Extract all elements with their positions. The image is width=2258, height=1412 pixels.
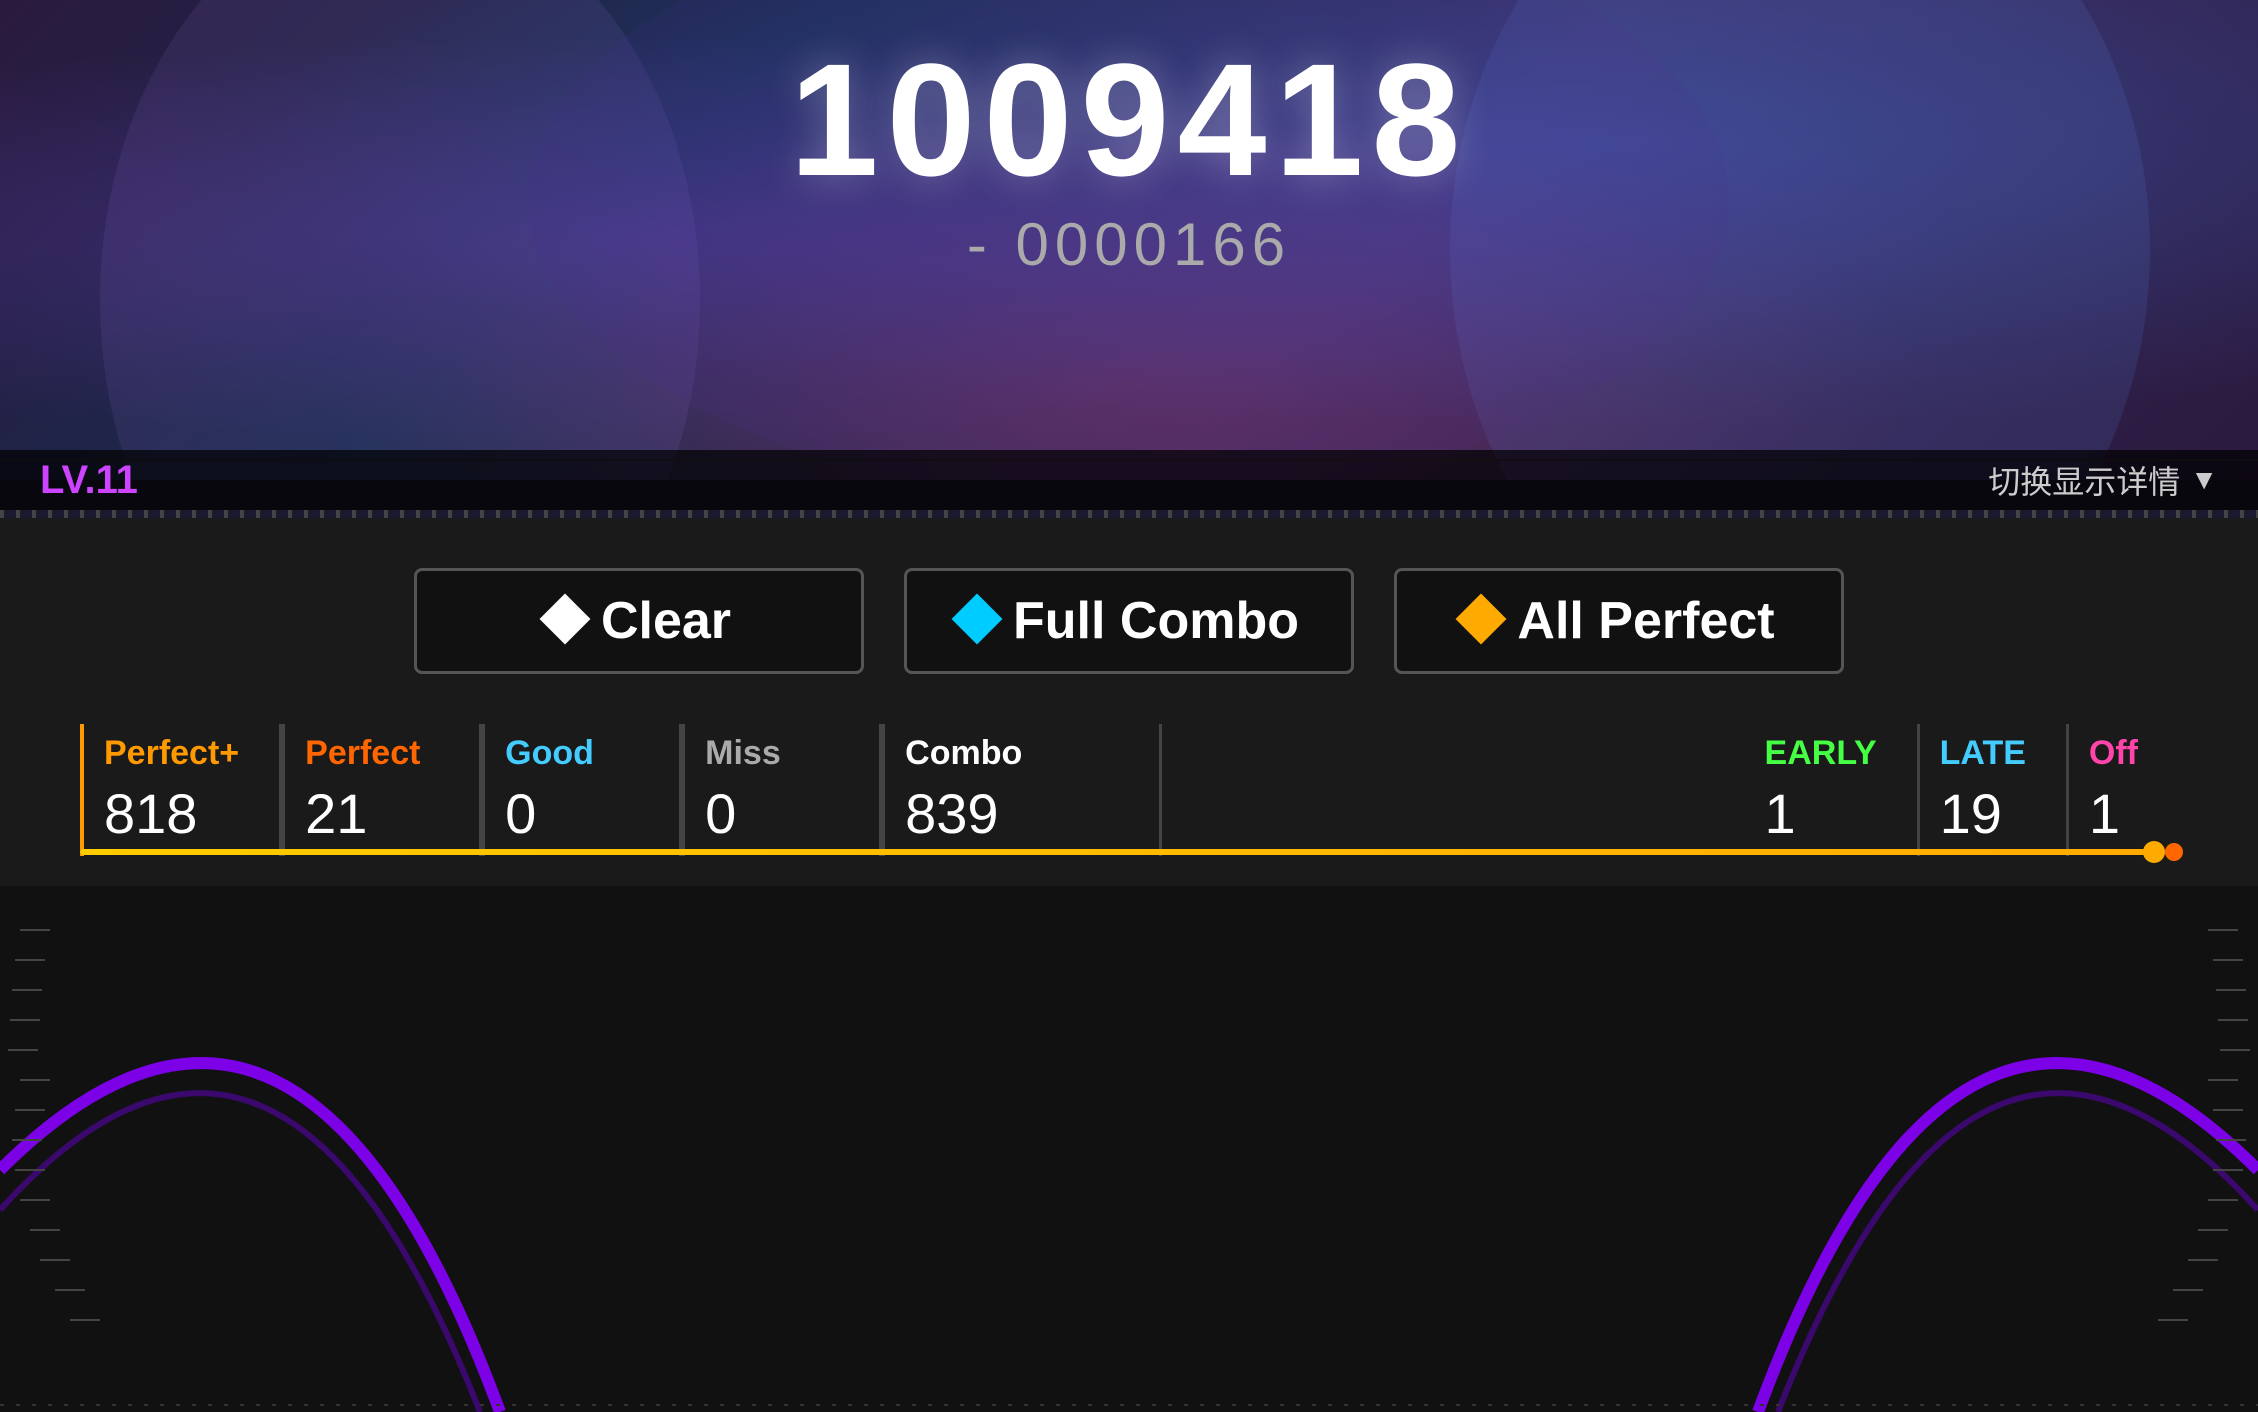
- late-value: 19: [1940, 781, 2026, 846]
- stat-late: LATE 19: [1920, 724, 2069, 856]
- late-label: LATE: [1940, 734, 2026, 773]
- good-value: 0: [505, 781, 639, 846]
- badge-fullcombo-label: Full Combo: [1013, 591, 1299, 651]
- early-value: 1: [1765, 781, 1877, 846]
- result-panel: Clear Full Combo All Perfect Perfect+ 81…: [0, 518, 2258, 886]
- progress-bar-container: [0, 840, 2258, 864]
- off-value: 1: [2089, 781, 2138, 846]
- stat-good: Good 0: [482, 724, 682, 856]
- good-label: Good: [505, 734, 639, 773]
- badge-all-perfect: All Perfect: [1394, 568, 1844, 674]
- badge-allperfect-label: All Perfect: [1517, 591, 1774, 651]
- stat-combo: Combo 839: [882, 724, 1162, 856]
- off-label: Off: [2089, 734, 2138, 773]
- combo-label: Combo: [905, 734, 1119, 773]
- early-label: EARLY: [1765, 734, 1877, 773]
- perfect-plus-value: 818: [104, 781, 239, 846]
- miss-value: 0: [705, 781, 839, 846]
- score-diff: - 0000166: [790, 210, 1469, 279]
- stat-off: Off 1: [2069, 724, 2178, 856]
- progress-bar-track: [80, 849, 2178, 855]
- progress-dots-separator: [0, 510, 2258, 518]
- score-container: 1009418 - 0000166: [790, 40, 1469, 279]
- badge-clear: Clear: [414, 568, 864, 674]
- bottom-area: Infinity Heaven HyuN: [0, 870, 2258, 1412]
- toggle-detail-label: 切换显示详情: [1988, 457, 2180, 503]
- perfect-value: 21: [305, 781, 439, 846]
- perfect-label: Perfect: [305, 734, 439, 773]
- stat-perfect-plus: Perfect+ 818: [80, 724, 282, 856]
- badge-full-combo: Full Combo: [904, 568, 1354, 674]
- level-bar: LV.11 切换显示详情 ▼: [0, 450, 2258, 510]
- progress-bar-dot2: [2165, 843, 2183, 861]
- toggle-detail-button[interactable]: 切换显示详情 ▼: [1988, 457, 2218, 503]
- stat-early: EARLY 1: [1745, 724, 1920, 856]
- progress-bar-fill: [80, 849, 2157, 855]
- stat-perfect: Perfect 21: [282, 724, 482, 856]
- level-text: LV.11: [40, 458, 138, 503]
- combo-value: 839: [905, 781, 1119, 846]
- clear-diamond-icon: [547, 594, 583, 649]
- fullcombo-diamond-icon: [959, 594, 995, 649]
- miss-label: Miss: [705, 734, 839, 773]
- perfect-plus-label: Perfect+: [104, 734, 239, 773]
- chevron-down-icon: ▼: [2190, 464, 2218, 496]
- progress-bar-dot: [2143, 841, 2165, 863]
- badge-clear-label: Clear: [601, 591, 731, 651]
- allperfect-diamond-icon: [1463, 594, 1499, 649]
- badge-row: Clear Full Combo All Perfect: [0, 518, 2258, 714]
- main-score: 1009418: [790, 40, 1469, 200]
- arc-decoration: [0, 870, 2258, 1412]
- stat-miss: Miss 0: [682, 724, 882, 856]
